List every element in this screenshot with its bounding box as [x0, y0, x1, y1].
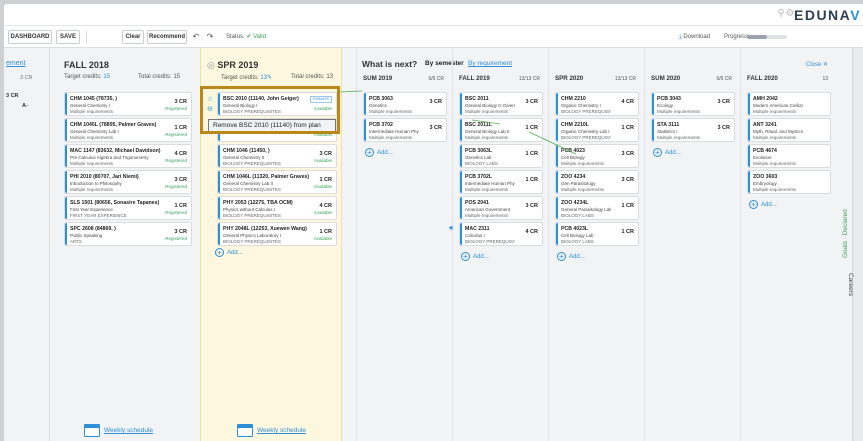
careers-tab[interactable]: Careers	[847, 48, 863, 441]
app-window: ⚲ ⚙ EDUNAV DASHBOARD SAVE Clear Recommen…	[4, 4, 863, 441]
arrow-bsc2010-pcb3063	[339, 90, 363, 93]
arrow-bsc2011-pcb4023	[471, 119, 501, 125]
dependency-arrows	[339, 90, 577, 155]
arrow-chm2210-pcb4023	[528, 131, 577, 155]
